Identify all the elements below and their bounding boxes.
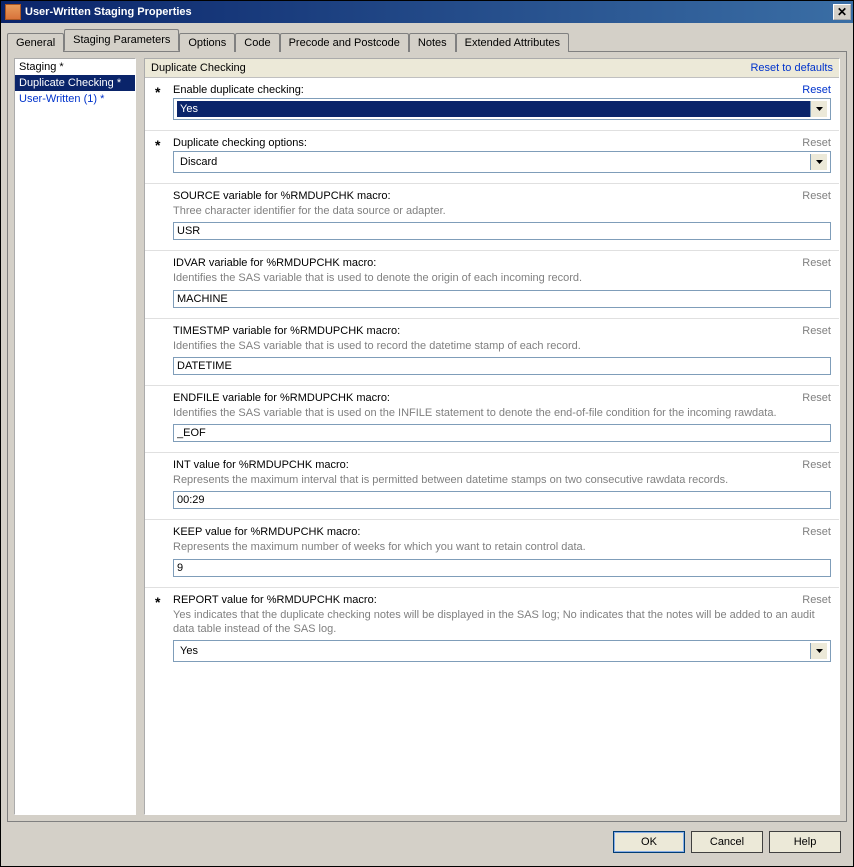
field-label: Duplicate checking options: xyxy=(173,137,307,149)
field-label: IDVAR variable for %RMDUPCHK macro: xyxy=(173,257,376,269)
field-description: Identifies the SAS variable that is used… xyxy=(173,339,831,353)
field-reset-link[interactable]: Reset xyxy=(802,594,831,606)
field-reset-link[interactable]: Reset xyxy=(802,526,831,538)
tab-staging-parameters[interactable]: Staging Parameters xyxy=(64,29,179,51)
field-description: Represents the maximum number of weeks f… xyxy=(173,540,831,554)
tab-bar: General Staging Parameters Options Code … xyxy=(7,29,847,51)
reset-to-defaults-link[interactable]: Reset to defaults xyxy=(750,62,833,74)
select-value: Yes xyxy=(177,643,810,659)
sidebar-item-user-written[interactable]: User-Written (1) * xyxy=(15,91,135,107)
app-icon xyxy=(5,4,21,20)
close-button[interactable]: ✕ xyxy=(833,4,851,20)
field-duplicate-options: * Duplicate checking options: Reset Disc… xyxy=(145,131,839,184)
sidebar-list[interactable]: Staging * Duplicate Checking * User-Writ… xyxy=(14,58,136,815)
tab-options[interactable]: Options xyxy=(179,33,235,52)
field-report-value: * REPORT value for %RMDUPCHK macro: Rese… xyxy=(145,588,839,673)
ok-button[interactable]: OK xyxy=(613,831,685,853)
timestmp-input[interactable] xyxy=(173,357,831,375)
field-label: KEEP value for %RMDUPCHK macro: xyxy=(173,526,360,538)
tab-general[interactable]: General xyxy=(7,33,64,52)
enable-duplicate-select[interactable]: Yes xyxy=(173,98,831,120)
field-int-value: INT value for %RMDUPCHK macro: Reset Rep… xyxy=(145,453,839,520)
field-description: Identifies the SAS variable that is used… xyxy=(173,406,831,420)
source-input[interactable] xyxy=(173,222,831,240)
title-bar: User-Written Staging Properties ✕ xyxy=(1,1,853,23)
field-description: Identifies the SAS variable that is used… xyxy=(173,271,831,285)
pane-title: Duplicate Checking xyxy=(151,62,246,74)
field-label: ENDFILE variable for %RMDUPCHK macro: xyxy=(173,392,390,404)
main-pane: Duplicate Checking Reset to defaults * E… xyxy=(144,58,840,815)
field-enable-duplicate-checking: * Enable duplicate checking: Reset Yes xyxy=(145,78,839,131)
tab-notes[interactable]: Notes xyxy=(409,33,456,52)
report-select[interactable]: Yes xyxy=(173,640,831,662)
pane-header: Duplicate Checking Reset to defaults xyxy=(145,59,839,78)
required-indicator: * xyxy=(155,594,160,610)
chevron-down-icon[interactable] xyxy=(810,643,827,659)
keep-input[interactable] xyxy=(173,559,831,577)
sidebar-item-staging[interactable]: Staging * xyxy=(15,59,135,75)
field-label: Enable duplicate checking: xyxy=(173,84,304,96)
field-reset-link[interactable]: Reset xyxy=(802,325,831,337)
field-endfile-variable: ENDFILE variable for %RMDUPCHK macro: Re… xyxy=(145,386,839,453)
sidebar-item-duplicate-checking[interactable]: Duplicate Checking * xyxy=(15,75,135,91)
tab-extended-attributes[interactable]: Extended Attributes xyxy=(456,33,569,52)
required-indicator: * xyxy=(155,137,160,153)
chevron-down-icon[interactable] xyxy=(810,154,827,170)
field-reset-link[interactable]: Reset xyxy=(802,84,831,96)
dialog-body: General Staging Parameters Options Code … xyxy=(1,23,853,822)
field-reset-link[interactable]: Reset xyxy=(802,459,831,471)
tab-content: Staging * Duplicate Checking * User-Writ… xyxy=(7,51,847,822)
field-label: REPORT value for %RMDUPCHK macro: xyxy=(173,594,377,606)
field-description: Yes indicates that the duplicate checkin… xyxy=(173,608,831,637)
field-label: SOURCE variable for %RMDUPCHK macro: xyxy=(173,190,391,202)
field-keep-value: KEEP value for %RMDUPCHK macro: Reset Re… xyxy=(145,520,839,587)
field-label: INT value for %RMDUPCHK macro: xyxy=(173,459,349,471)
tab-precode-postcode[interactable]: Precode and Postcode xyxy=(280,33,409,52)
field-reset-link[interactable]: Reset xyxy=(802,190,831,202)
help-button[interactable]: Help xyxy=(769,831,841,853)
field-label: TIMESTMP variable for %RMDUPCHK macro: xyxy=(173,325,400,337)
select-value: Yes xyxy=(177,101,810,117)
field-reset-link[interactable]: Reset xyxy=(802,137,831,149)
required-indicator: * xyxy=(155,84,160,100)
field-idvar-variable: IDVAR variable for %RMDUPCHK macro: Rese… xyxy=(145,251,839,318)
window-title: User-Written Staging Properties xyxy=(25,6,833,18)
endfile-input[interactable] xyxy=(173,424,831,442)
chevron-down-icon[interactable] xyxy=(810,101,827,117)
field-reset-link[interactable]: Reset xyxy=(802,257,831,269)
tab-code[interactable]: Code xyxy=(235,33,279,52)
int-input[interactable] xyxy=(173,491,831,509)
field-source-variable: SOURCE variable for %RMDUPCHK macro: Res… xyxy=(145,184,839,251)
field-reset-link[interactable]: Reset xyxy=(802,392,831,404)
cancel-button[interactable]: Cancel xyxy=(691,831,763,853)
idvar-input[interactable] xyxy=(173,290,831,308)
field-timestmp-variable: TIMESTMP variable for %RMDUPCHK macro: R… xyxy=(145,319,839,386)
field-description: Three character identifier for the data … xyxy=(173,204,831,218)
button-bar: OK Cancel Help xyxy=(1,822,853,862)
select-value: Discard xyxy=(177,154,810,170)
field-description: Represents the maximum interval that is … xyxy=(173,473,831,487)
duplicate-options-select[interactable]: Discard xyxy=(173,151,831,173)
